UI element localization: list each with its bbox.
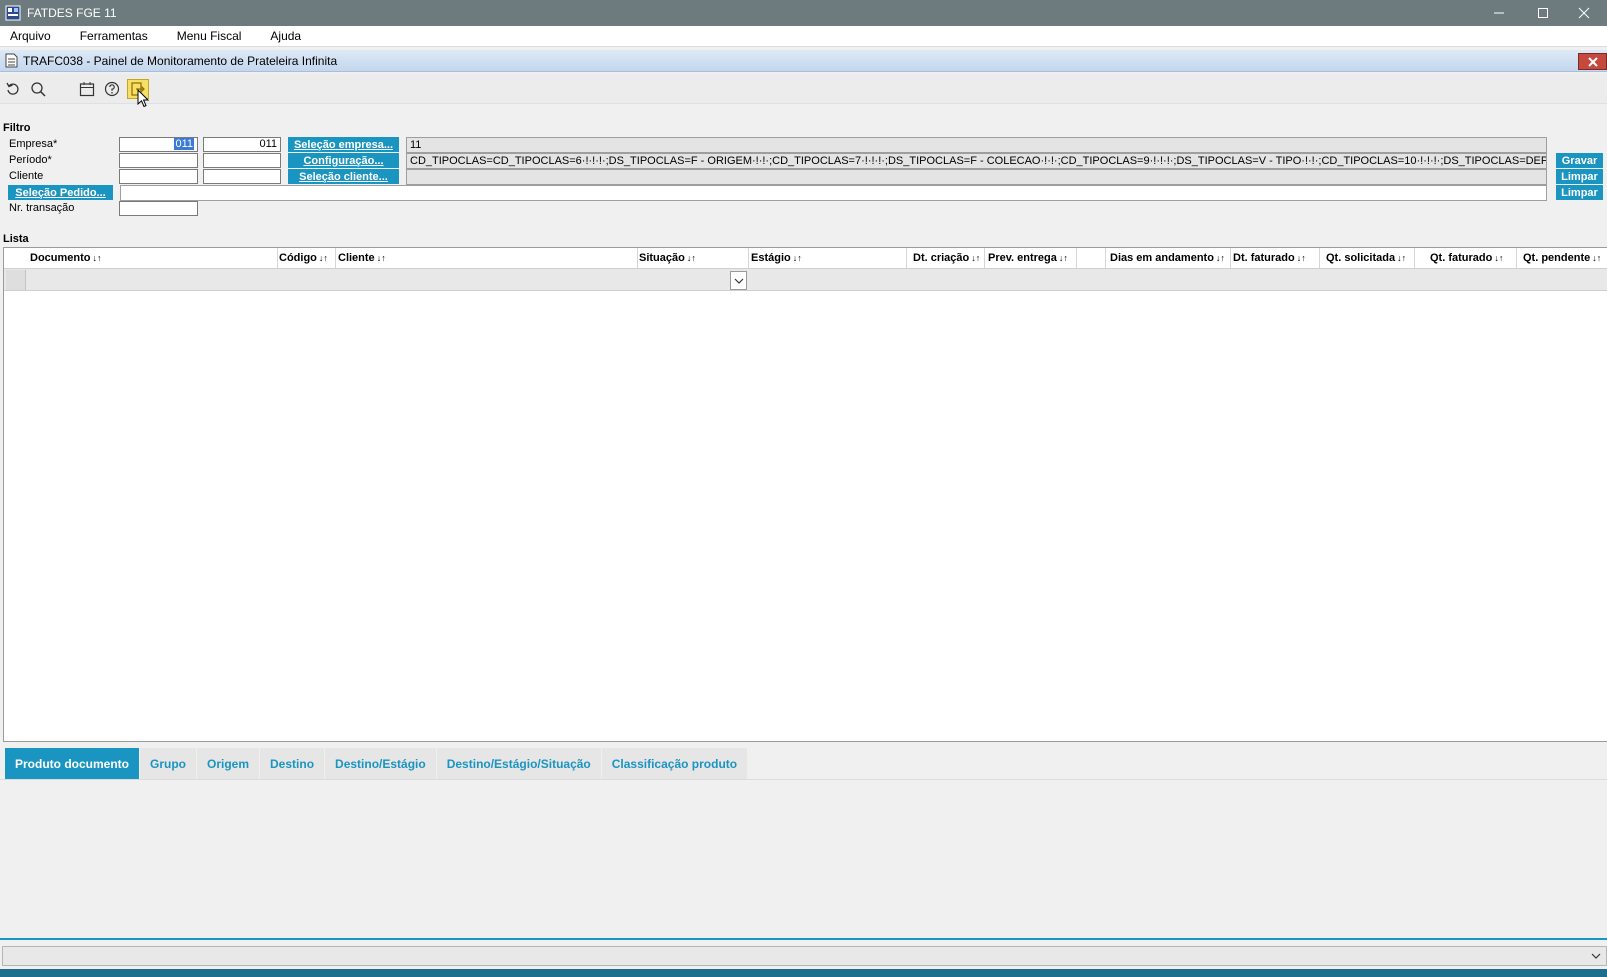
column-header-prev-entrega[interactable]: Prev. entrega ↓↑ [988,248,1077,268]
empresa-from-value: 011 [174,138,194,150]
situacao-dropdown[interactable] [730,271,747,290]
maximize-icon [1538,8,1548,18]
configuracao-button[interactable]: Configuração... [288,153,399,168]
maximize-button[interactable] [1520,0,1566,26]
close-form-button[interactable] [1578,53,1607,70]
selecao-empresa-button[interactable]: Seleção empresa... [288,137,399,152]
menu-ferramentas[interactable]: Ferramentas [80,29,148,43]
help-icon [104,81,120,97]
sort-icon: ↓↑ [1058,253,1068,263]
sort-icon: ↓↑ [1397,253,1407,263]
row-selector[interactable] [6,270,26,290]
window-title: FATDES FGE 11 [27,6,117,20]
column-header-estagio[interactable]: Estágio ↓↑ [751,248,907,268]
search-button[interactable] [27,79,49,99]
tab-destino-estagio[interactable]: Destino/Estágio [325,748,436,779]
status-bar [2,946,1607,966]
nr-transacao-label: Nr. transação [9,202,75,214]
sort-icon: ↓↑ [92,253,102,263]
sort-icon: ↓↑ [792,253,802,263]
menu-arquivo[interactable]: Arquivo [10,29,51,43]
lista-grid: Documento ↓↑ Código ↓↑ Cliente ↓↑ Situação ↓… [3,247,1607,742]
minimize-icon [1494,12,1504,14]
limpar-cliente-button[interactable]: Limpar [1556,169,1603,184]
search-icon [31,82,46,97]
bottom-accent-line [0,938,1607,940]
tab-classificacao-produto[interactable]: Classificação produto [601,748,748,779]
sort-icon: ↓↑ [686,253,696,263]
empresa-label: Empresa* [9,138,58,150]
sort-icon: ↓↑ [1296,253,1306,263]
empresa-to-input[interactable]: 011 [203,137,281,152]
calendar-icon [79,82,95,97]
tab-produto-documento[interactable]: Produto documento [5,748,139,779]
menu-fiscal[interactable]: Menu Fiscal [177,29,242,43]
periodo-to-input[interactable] [203,153,281,168]
app-icon [5,5,21,21]
menu-ajuda[interactable]: Ajuda [270,29,301,43]
chevron-down-icon [734,278,743,284]
periodo-label: Período* [9,154,52,166]
sort-icon: ↓↑ [1215,253,1225,263]
close-window-button[interactable] [1561,0,1607,26]
nr-transacao-input[interactable] [119,201,198,216]
table-row[interactable] [4,268,1607,291]
column-header-documento[interactable]: Documento ↓↑ [30,248,278,268]
help-button[interactable] [101,79,123,99]
column-header-dias-em-andamento[interactable]: Dias em andamento ↓↑ [1110,248,1231,268]
column-header-qt-pendente[interactable]: Qt. pendente ↓↑ [1523,248,1607,268]
limpar-pedido-button[interactable]: Limpar [1556,185,1603,200]
mouse-cursor-icon [137,89,150,108]
empresa-from-input[interactable]: 011 [119,137,198,152]
form-titlebar: TRAFC038 - Painel de Monitoramento de Pr… [0,50,1607,72]
periodo-from-input[interactable] [119,153,198,168]
detail-tabs: Produto documento Grupo Origem Destino D… [5,748,748,779]
taskbar-strip [0,969,1607,977]
sort-icon: ↓↑ [376,253,386,263]
selecao-pedido-button[interactable]: Seleção Pedido... [8,185,113,200]
tab-destino[interactable]: Destino [260,748,325,779]
cliente-list-field [406,169,1547,185]
empresa-list-field: 11 [406,137,1547,153]
cliente-from-input[interactable] [119,169,198,184]
column-header-qt-faturado[interactable]: Qt. faturado ↓↑ [1430,248,1517,268]
minimize-button[interactable] [1476,0,1522,26]
sort-icon: ↓↑ [1494,253,1504,263]
close-icon [1578,7,1590,19]
menu-bar: Arquivo Ferramentas Menu Fiscal Ajuda [0,26,1607,47]
cliente-label: Cliente [9,170,44,182]
form-title: TRAFC038 - Painel de Monitoramento de Pr… [23,53,338,68]
document-icon [5,53,18,68]
close-icon [1587,56,1598,67]
sort-icon: ↓↑ [971,253,981,263]
lista-section-label: Lista [3,233,29,245]
column-header-dt-faturado[interactable]: Dt. faturado ↓↑ [1233,248,1320,268]
column-header-codigo[interactable]: Código ↓↑ [279,248,336,268]
cliente-to-input[interactable] [203,169,281,184]
pedido-list-field [120,185,1547,201]
tab-divider [0,779,1607,780]
gravar-button[interactable]: Gravar [1556,153,1603,168]
undo-icon [6,82,19,95]
window-titlebar: FATDES FGE 11 [0,0,1607,26]
column-header-blank [1079,248,1106,268]
refresh-button[interactable] [2,79,24,99]
column-header-qt-solicitada[interactable]: Qt. solicitada ↓↑ [1326,248,1415,268]
column-header-cliente[interactable]: Cliente ↓↑ [338,248,638,268]
sort-icon: ↓↑ [318,253,328,263]
configuracao-field: CD_TIPOCLAS=CD_TIPOCLAS=6·!·!·!·;DS_TIPO… [406,153,1547,169]
calendar-button[interactable] [76,79,98,99]
filtro-section-label: Filtro [3,122,31,134]
chevron-down-icon[interactable] [1590,950,1602,962]
tab-destino-estagio-situacao[interactable]: Destino/Estágio/Situação [436,748,601,779]
tab-grupo[interactable]: Grupo [140,748,196,779]
sort-icon: ↓↑ [1592,253,1602,263]
tab-origem[interactable]: Origem [197,748,260,779]
toolbar [0,74,1607,104]
column-header-dt-criacao[interactable]: Dt. criação ↓↑ [913,248,985,268]
column-header-situacao[interactable]: Situação ↓↑ [639,248,749,268]
selecao-cliente-button[interactable]: Seleção cliente... [288,169,399,184]
